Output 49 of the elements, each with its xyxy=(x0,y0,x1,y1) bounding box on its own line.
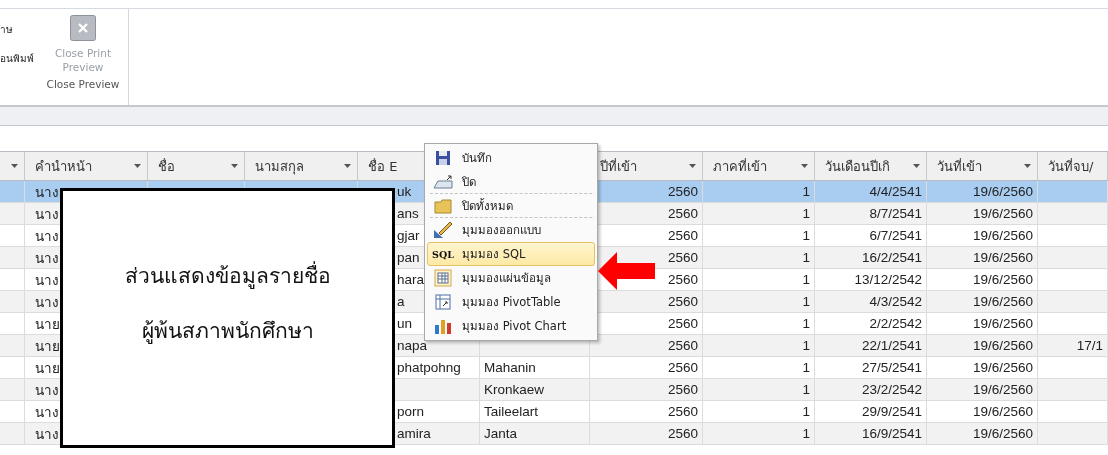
table-cell: 19/6/2560 xyxy=(927,291,1038,312)
table-cell: 19/6/2560 xyxy=(927,181,1038,202)
table-cell: 1 xyxy=(703,247,815,268)
table-cell: 27/5/2541 xyxy=(815,357,927,378)
sql-icon: SQL xyxy=(432,248,454,260)
table-cell: 19/6/2560 xyxy=(927,269,1038,290)
table-cell: 1 xyxy=(703,313,815,334)
table-cell: 19/6/2560 xyxy=(927,401,1038,422)
table-cell: Kronkaew xyxy=(480,379,590,400)
table-cell: 1 xyxy=(703,203,815,224)
table-cell: 13/12/2542 xyxy=(815,269,927,290)
table-cell: 4/4/2541 xyxy=(815,181,927,202)
table-cell: 8/7/2541 xyxy=(815,203,927,224)
table-cell: 23/2/2542 xyxy=(815,379,927,400)
ribbon-label: อนพิมพ์ xyxy=(0,52,34,66)
table-cell: 19/6/2560 xyxy=(927,225,1038,246)
table-cell: Taileelart xyxy=(480,401,590,422)
table-cell: 2560 xyxy=(590,357,703,378)
table-cell: 19/6/2560 xyxy=(927,357,1038,378)
group-label: Close Preview xyxy=(46,78,120,90)
table-cell: 19/6/2560 xyxy=(927,379,1038,400)
table-cell: 16/9/2541 xyxy=(815,423,927,444)
table-cell: 6/7/2541 xyxy=(815,225,927,246)
table-cell: 16/2/2541 xyxy=(815,247,927,268)
table-cell: 17/1 xyxy=(1038,335,1108,356)
table-cell: 2560 xyxy=(590,379,703,400)
table-cell: 2/2/2542 xyxy=(815,313,927,334)
table-cell: 29/9/2541 xyxy=(815,401,927,422)
table-cell: 1 xyxy=(703,269,815,290)
ribbon-label: าษ xyxy=(0,23,14,37)
table-cell: 22/1/2541 xyxy=(815,335,927,356)
table-cell: 19/6/2560 xyxy=(927,313,1038,334)
table-cell: 1 xyxy=(703,357,815,378)
table-cell: Janta xyxy=(480,423,590,444)
table-cell: Mahanin xyxy=(480,357,590,378)
table-cell: 19/6/2560 xyxy=(927,203,1038,224)
table-cell: 2560 xyxy=(590,423,703,444)
table-cell: 1 xyxy=(703,423,815,444)
table-cell: 4/3/2542 xyxy=(815,291,927,312)
table-cell: 1 xyxy=(703,335,815,356)
table-cell: 19/6/2560 xyxy=(927,335,1038,356)
table-cell: 1 xyxy=(703,225,815,246)
table-cell: 19/6/2560 xyxy=(927,423,1038,444)
table-cell: 1 xyxy=(703,181,815,202)
table-cell: 2560 xyxy=(590,401,703,422)
table-cell: 1 xyxy=(703,379,815,400)
table-cell: 1 xyxy=(703,291,815,312)
table-cell: 19/6/2560 xyxy=(927,247,1038,268)
table-cell: 1 xyxy=(703,401,815,422)
